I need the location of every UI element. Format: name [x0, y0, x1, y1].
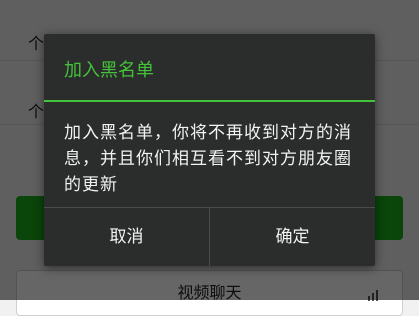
blacklist-dialog: 加入黑名单 加入黑名单，你将不再收到对方的消息，并且你们相互看不到对方朋友圈的更… [44, 34, 375, 266]
dialog-title: 加入黑名单 [64, 60, 154, 81]
dialog-message: 加入黑名单，你将不再收到对方的消息，并且你们相互看不到对方朋友圈的更新 [64, 123, 352, 195]
dialog-actions: 取消 确定 [44, 207, 375, 266]
cancel-button[interactable]: 取消 [44, 208, 209, 266]
confirm-button[interactable]: 确定 [209, 208, 375, 266]
title-divider [44, 100, 375, 102]
